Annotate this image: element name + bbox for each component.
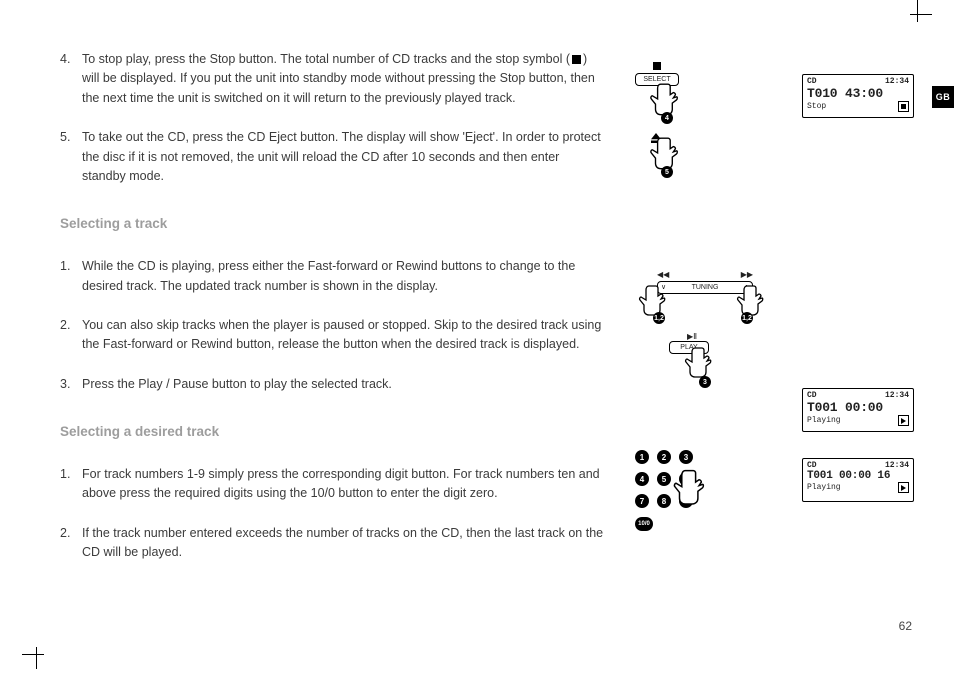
list-item: 2.You can also skip tracks when the play…: [60, 316, 605, 355]
lcd-track: T001 00:00 16: [803, 470, 913, 482]
lcd-mode: CD: [807, 77, 817, 86]
step-badge: 1,2: [741, 312, 753, 324]
illus-eject: 5: [635, 130, 705, 148]
tuning-label: TUNING: [692, 284, 719, 291]
lcd-clock: 12:34: [885, 391, 909, 400]
list-item: 1.For track numbers 1-9 simply press the…: [60, 465, 605, 504]
lcd-status: Playing: [807, 416, 841, 425]
section-heading: Selecting a desired track: [60, 422, 605, 443]
text-column: 4. To stop play, press the Stop button. …: [60, 50, 605, 590]
step-badge: 4: [661, 112, 673, 124]
manual-page: GB 4. To stop play, press the Stop butto…: [0, 0, 954, 691]
step-4: 4. To stop play, press the Stop button. …: [60, 50, 605, 108]
list-item: 3.Press the Play / Pause button to play …: [60, 375, 605, 394]
play-icon: [898, 415, 909, 426]
lcd-display-playing-16: CD 12:34 T001 00:00 16 Playing: [802, 458, 914, 502]
digit-4: 4: [635, 472, 649, 486]
step-number: 2.: [60, 316, 82, 355]
step-text: To stop play, press the Stop button. The…: [82, 50, 605, 108]
step-text: You can also skip tracks when the player…: [82, 316, 605, 355]
step-text: Press the Play / Pause button to play th…: [82, 375, 605, 394]
stop-icon: [653, 62, 661, 70]
crop-mark: [910, 14, 932, 15]
step-5: 5. To take out the CD, press the CD Ejec…: [60, 128, 605, 186]
step-text: While the CD is playing, press either th…: [82, 257, 605, 296]
digit-7: 7: [635, 494, 649, 508]
step-number: 5.: [60, 128, 82, 186]
step-number: 2.: [60, 524, 82, 563]
stop-icon: [572, 55, 581, 64]
play-pause-icon: ▶Ⅱ: [675, 332, 709, 341]
step-badge: 5: [661, 166, 673, 178]
stop-icon: [898, 101, 909, 112]
digit-3: 3: [679, 450, 693, 464]
lcd-track: T001 00:00: [803, 400, 913, 415]
lcd-clock: 12:34: [885, 77, 909, 86]
language-badge: GB: [932, 86, 954, 108]
play-icon: [898, 482, 909, 493]
lcd-status: Stop: [807, 102, 826, 111]
hand-icon: [665, 466, 717, 512]
illus-select: SELECT 4: [635, 62, 705, 86]
step-number: 4.: [60, 50, 82, 108]
step-number: 1.: [60, 257, 82, 296]
step-badge: 1,2: [653, 312, 665, 324]
crop-mark: [917, 0, 918, 22]
crop-mark: [22, 654, 44, 655]
step-number: 3.: [60, 375, 82, 394]
illus-keypad: 1 2 3 4 5 6 7 8 9 10/0: [635, 450, 697, 531]
lcd-mode: CD: [807, 391, 817, 400]
step-badge: 3: [699, 376, 711, 388]
lcd-clock: 12:34: [885, 461, 909, 470]
step-text: For track numbers 1-9 simply press the c…: [82, 465, 605, 504]
rewind-icon: ◀◀: [657, 270, 669, 279]
illus-tuning: ◀◀ ▶▶ ∨ TUNING ∧ 1,2 1,2 ▶Ⅱ PLAY 3: [635, 270, 775, 294]
step-number: 1.: [60, 465, 82, 504]
lcd-display-stop: CD 12:34 T010 43:00 Stop: [802, 74, 914, 118]
lcd-display-playing: CD 12:34 T001 00:00 Playing: [802, 388, 914, 432]
lcd-mode: CD: [807, 461, 817, 470]
section-1-steps: 1.While the CD is playing, press either …: [60, 257, 605, 394]
forward-icon: ▶▶: [741, 270, 753, 279]
digit-10-0: 10/0: [635, 517, 653, 531]
section-2-steps: 1.For track numbers 1-9 simply press the…: [60, 465, 605, 563]
figure-column: CD 12:34 T010 43:00 Stop SELECT 4 5 ◀◀: [635, 50, 914, 590]
step-text: To take out the CD, press the CD Eject b…: [82, 128, 605, 186]
crop-mark: [36, 647, 37, 669]
intro-steps: 4. To stop play, press the Stop button. …: [60, 50, 605, 186]
step-text: If the track number entered exceeds the …: [82, 524, 605, 563]
lcd-track: T010 43:00: [803, 86, 913, 101]
lcd-status: Playing: [807, 483, 841, 492]
list-item: 1.While the CD is playing, press either …: [60, 257, 605, 296]
page-number: 62: [899, 619, 912, 633]
section-heading: Selecting a track: [60, 214, 605, 235]
list-item: 2.If the track number entered exceeds th…: [60, 524, 605, 563]
digit-1: 1: [635, 450, 649, 464]
digit-2: 2: [657, 450, 671, 464]
